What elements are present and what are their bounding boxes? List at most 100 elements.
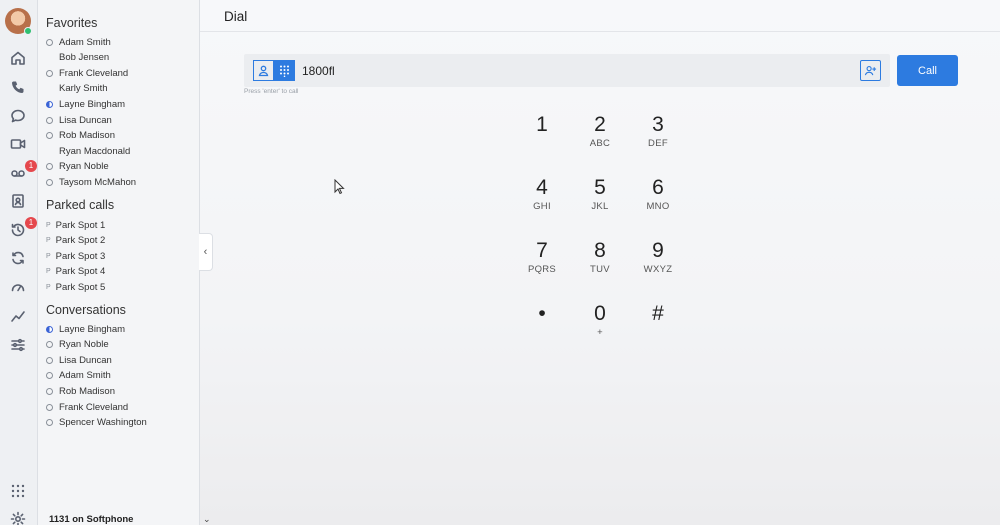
key-letters: JKL: [591, 201, 609, 212]
conversation-label: Spencer Washington: [59, 417, 147, 429]
key-digit: 7: [536, 239, 548, 262]
page-title: Dial: [224, 9, 248, 24]
sync-icon[interactable]: [7, 247, 29, 269]
keypad-key[interactable]: 4 GHI: [514, 175, 570, 227]
add-contact-button[interactable]: [860, 60, 881, 81]
conversation-item[interactable]: Lisa Duncan: [46, 353, 112, 367]
conversation-item[interactable]: Rob Madison: [46, 384, 115, 398]
conversation-item[interactable]: Frank Cleveland: [46, 400, 128, 414]
dial-bar: [244, 54, 890, 87]
favorite-item[interactable]: Adam Smith: [46, 35, 111, 49]
conversations-title: Conversations: [46, 303, 126, 317]
dial-number-input[interactable]: [302, 62, 802, 79]
favorite-label: Layne Bingham: [59, 98, 126, 110]
settings-sliders-icon[interactable]: [7, 334, 29, 356]
conversation-label: Rob Madison: [59, 385, 115, 397]
favorite-item[interactable]: Frank Cleveland: [46, 66, 128, 80]
phone-icon[interactable]: [7, 76, 29, 98]
keypad-key[interactable]: 3 DEF: [630, 112, 686, 164]
title-divider: [200, 31, 1000, 32]
presence-indicator: [46, 100, 53, 108]
key-letters: DEF: [648, 138, 668, 149]
key-digit: 3: [652, 113, 664, 136]
key-letters: WXYZ: [643, 264, 673, 275]
favorite-label: Ryan Noble: [59, 161, 109, 173]
park-marker: P: [46, 237, 51, 245]
key-digit: 5: [594, 176, 606, 199]
voicemail-badge: 1: [25, 160, 37, 172]
presence-indicator: [46, 178, 53, 186]
favorite-label: Rob Madison: [59, 130, 115, 142]
home-icon[interactable]: [7, 47, 29, 69]
favorite-label: Karly Smith: [59, 83, 108, 95]
key-digit: 1: [536, 113, 548, 136]
favorite-item[interactable]: Lisa Duncan: [46, 113, 112, 127]
favorite-item[interactable]: Rob Madison: [46, 129, 115, 143]
mouse-cursor-icon: [334, 179, 345, 195]
parked-calls-title: Parked calls: [46, 198, 115, 212]
favorites-title: Favorites: [46, 16, 98, 30]
favorite-item[interactable]: Ryan Macdonald: [46, 144, 130, 158]
contact-mode-button[interactable]: [253, 60, 274, 81]
favorite-item[interactable]: Karly Smith: [46, 82, 108, 96]
online-status-dot: [24, 27, 32, 35]
favorite-item[interactable]: Taysom McMahon: [46, 175, 136, 189]
favorite-label: Ryan Macdonald: [59, 145, 131, 157]
key-digit: 6: [652, 176, 664, 199]
presence-indicator: [46, 372, 53, 380]
key-digit: 4: [536, 176, 548, 199]
parked-call-item[interactable]: P Park Spot 2: [46, 234, 105, 248]
conversation-item[interactable]: Ryan Noble: [46, 338, 109, 352]
keypad-key[interactable]: 5 JKL: [572, 175, 628, 227]
sidebar: Favorites Adam Smith Bob Jensen Frank Clev…: [38, 0, 211, 525]
parked-call-item[interactable]: P Park Spot 3: [46, 249, 105, 263]
conversation-item[interactable]: Layne Bingham: [46, 322, 125, 336]
keypad-key[interactable]: 8 TUV: [572, 238, 628, 290]
keypad-key[interactable]: 2 ABC: [572, 112, 628, 164]
favorite-item[interactable]: Layne Bingham: [46, 97, 125, 111]
presence-indicator: [46, 356, 53, 364]
keypad-key[interactable]: 6 MNO: [630, 175, 686, 227]
gear-icon[interactable]: [7, 508, 29, 525]
parked-call-label: Park Spot 3: [55, 250, 106, 262]
parked-call-item[interactable]: P Park Spot 4: [46, 265, 105, 279]
conversation-label: Frank Cleveland: [59, 401, 129, 413]
keypad-key[interactable]: 9 WXYZ: [630, 238, 686, 290]
person-icon: [258, 65, 269, 77]
key-digit: 2: [594, 113, 606, 136]
favorite-item[interactable]: Bob Jensen: [46, 51, 109, 65]
parked-call-label: Park Spot 4: [55, 266, 106, 278]
presence-indicator: [46, 387, 53, 395]
chat-icon[interactable]: [7, 105, 29, 127]
softphone-status[interactable]: 1131 on Softphone: [49, 514, 133, 525]
keypad-mode-button[interactable]: [274, 60, 295, 81]
keypad-key[interactable]: #: [630, 301, 686, 353]
parked-call-item[interactable]: P Park Spot 5: [46, 280, 105, 294]
user-avatar[interactable]: [5, 8, 32, 35]
presence-indicator: [46, 132, 53, 140]
keypad-key[interactable]: 1: [514, 112, 570, 164]
favorite-item[interactable]: Ryan Noble: [46, 160, 109, 174]
apps-grid-icon[interactable]: [7, 480, 29, 502]
keypad-key[interactable]: 0 +: [572, 301, 628, 353]
analytics-icon[interactable]: [7, 305, 29, 327]
conversation-item[interactable]: Adam Smith: [46, 369, 111, 383]
parked-call-item[interactable]: P Park Spot 1: [46, 218, 105, 232]
presence-indicator: [46, 69, 53, 77]
main-panel: Dial Press 'enter' to call Call 1 2 ABC 3 DE…: [200, 0, 1000, 525]
keypad-key[interactable]: •: [514, 301, 570, 353]
key-letters: GHI: [533, 201, 551, 212]
presence-indicator: [46, 163, 53, 171]
history-badge: 1: [25, 217, 37, 229]
contacts-icon[interactable]: [7, 190, 29, 212]
keypad-key[interactable]: 7 PQRS: [514, 238, 570, 290]
call-button[interactable]: Call: [897, 55, 958, 86]
presence-indicator: [46, 38, 53, 46]
video-icon[interactable]: [7, 133, 29, 155]
presence-indicator: [46, 54, 53, 61]
conversation-item[interactable]: Spencer Washington: [46, 416, 147, 430]
park-marker: P: [46, 283, 51, 291]
conversation-label: Lisa Duncan: [59, 354, 112, 366]
dashboard-icon[interactable]: [7, 276, 29, 298]
park-marker: P: [46, 252, 51, 260]
